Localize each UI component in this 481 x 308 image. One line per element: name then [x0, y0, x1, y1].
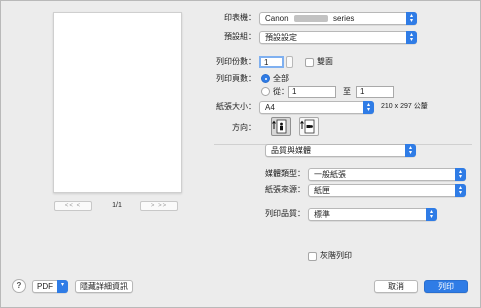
- two-sided-label: 雙面: [317, 57, 333, 66]
- printer-name-prefix: Canon: [265, 14, 289, 23]
- printer-select[interactable]: Canon series ▴ ▾: [259, 12, 417, 25]
- printer-name-redacted: [293, 15, 328, 23]
- print-quality-value: 標準: [314, 210, 330, 219]
- landscape-orientation-button[interactable]: [299, 117, 319, 136]
- print-quality-label: 列印品質：: [265, 209, 305, 218]
- print-button[interactable]: 列印: [424, 280, 468, 293]
- paper-source-label: 紙張來源：: [265, 185, 305, 194]
- presets-label: 預設組：: [224, 32, 256, 41]
- first-prev-page-button[interactable]: << <: [54, 201, 92, 211]
- grayscale-checkbox[interactable]: [308, 252, 317, 261]
- help-button[interactable]: ?: [12, 279, 26, 293]
- chevron-updown-icon: ▴ ▾: [406, 12, 417, 25]
- pages-to-label: 至: [343, 87, 351, 96]
- pages-all-radio[interactable]: [261, 74, 270, 83]
- copies-label: 列印份數：: [216, 57, 256, 66]
- portrait-orientation-button[interactable]: [271, 117, 291, 136]
- chevron-updown-icon: ▴ ▾: [455, 168, 466, 181]
- chevron-updown-icon: ▴ ▾: [405, 144, 416, 157]
- page-indicator: 1/1: [112, 202, 122, 209]
- copies-input[interactable]: 1: [259, 56, 284, 68]
- paper-size-value: A4: [265, 103, 275, 112]
- pages-to-input[interactable]: 1: [356, 86, 394, 98]
- chevron-updown-icon: ▴ ▾: [455, 184, 466, 197]
- next-last-page-button[interactable]: > >>: [140, 201, 178, 211]
- paper-size-select[interactable]: A4 ▴ ▾: [259, 101, 374, 114]
- landscape-icon: [300, 119, 315, 134]
- cancel-button[interactable]: 取消: [374, 280, 418, 293]
- portrait-icon: [272, 119, 287, 134]
- chevron-updown-icon: ▴ ▾: [406, 31, 417, 44]
- presets-value: 預設設定: [265, 33, 297, 42]
- page-preview: [53, 12, 182, 193]
- paper-size-dimensions: 210 x 297 公釐: [381, 103, 428, 110]
- media-type-select[interactable]: 一般紙張 ▴ ▾: [308, 168, 466, 181]
- print-dialog: << < 1/1 > >> 印表機： Canon series ▴ ▾ 預設組： …: [0, 0, 481, 308]
- two-sided-checkbox[interactable]: [305, 58, 314, 67]
- chevron-down-icon: ▾: [57, 280, 68, 293]
- pages-all-label: 全部: [273, 74, 289, 83]
- presets-select[interactable]: 預設設定 ▴ ▾: [259, 31, 417, 44]
- section-menu-value: 品質與媒體: [271, 146, 311, 155]
- chevron-updown-icon: ▴ ▾: [426, 208, 437, 221]
- pages-label: 列印頁數：: [216, 74, 256, 83]
- paper-source-value: 紙匣: [314, 186, 330, 195]
- print-quality-select[interactable]: 標準 ▴ ▾: [308, 208, 437, 221]
- copies-stepper[interactable]: [286, 56, 293, 68]
- pdf-menu-button[interactable]: PDF ▾: [32, 280, 68, 293]
- orientation-label: 方向：: [232, 123, 256, 132]
- printer-name-suffix: series: [333, 14, 355, 23]
- paper-size-label: 紙張大小：: [216, 102, 256, 111]
- paper-source-select[interactable]: 紙匣 ▴ ▾: [308, 184, 466, 197]
- media-type-value: 一般紙張: [314, 170, 346, 179]
- media-type-label: 媒體類型：: [265, 169, 305, 178]
- pages-from-label: 從：: [273, 87, 289, 96]
- pdf-label: PDF: [37, 282, 53, 291]
- section-menu-select[interactable]: 品質與媒體 ▴ ▾: [265, 144, 416, 157]
- pages-from-input[interactable]: 1: [288, 86, 336, 98]
- pages-range-radio[interactable]: [261, 87, 270, 96]
- grayscale-label: 灰階列印: [320, 251, 352, 260]
- printer-label: 印表機：: [224, 13, 256, 22]
- hide-details-button[interactable]: 隱藏詳細資訊: [75, 280, 133, 293]
- chevron-updown-icon: ▴ ▾: [363, 101, 374, 114]
